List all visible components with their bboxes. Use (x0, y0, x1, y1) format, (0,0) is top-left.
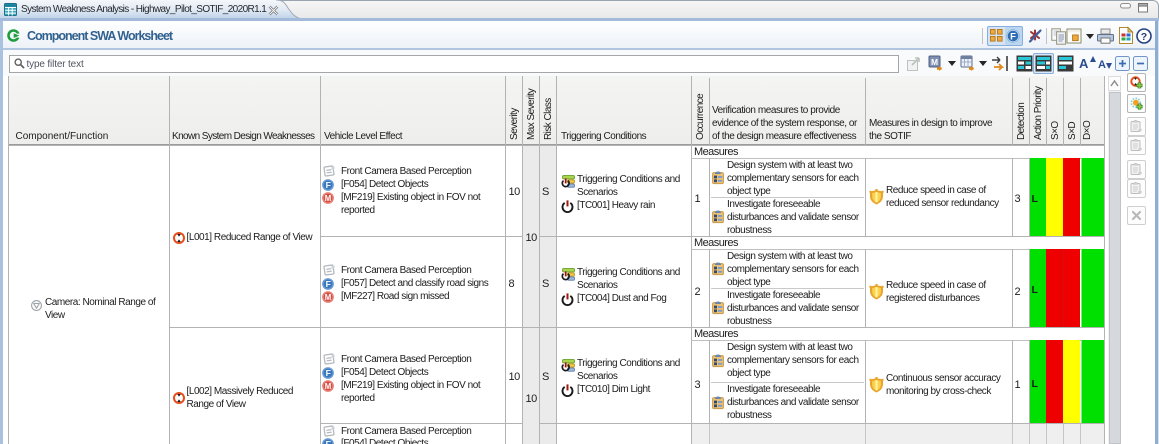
svg-text:M: M (325, 194, 332, 203)
svg-text:F: F (1010, 31, 1016, 42)
svg-text:M: M (931, 57, 938, 67)
svg-text:F: F (326, 439, 331, 444)
svg-text:M: M (325, 382, 332, 391)
svg-text:?: ? (1141, 31, 1147, 43)
svg-text:F: F (326, 279, 331, 289)
svg-text:F: F (326, 180, 331, 190)
svg-text:M: M (325, 293, 332, 302)
svg-text:F: F (326, 368, 331, 378)
